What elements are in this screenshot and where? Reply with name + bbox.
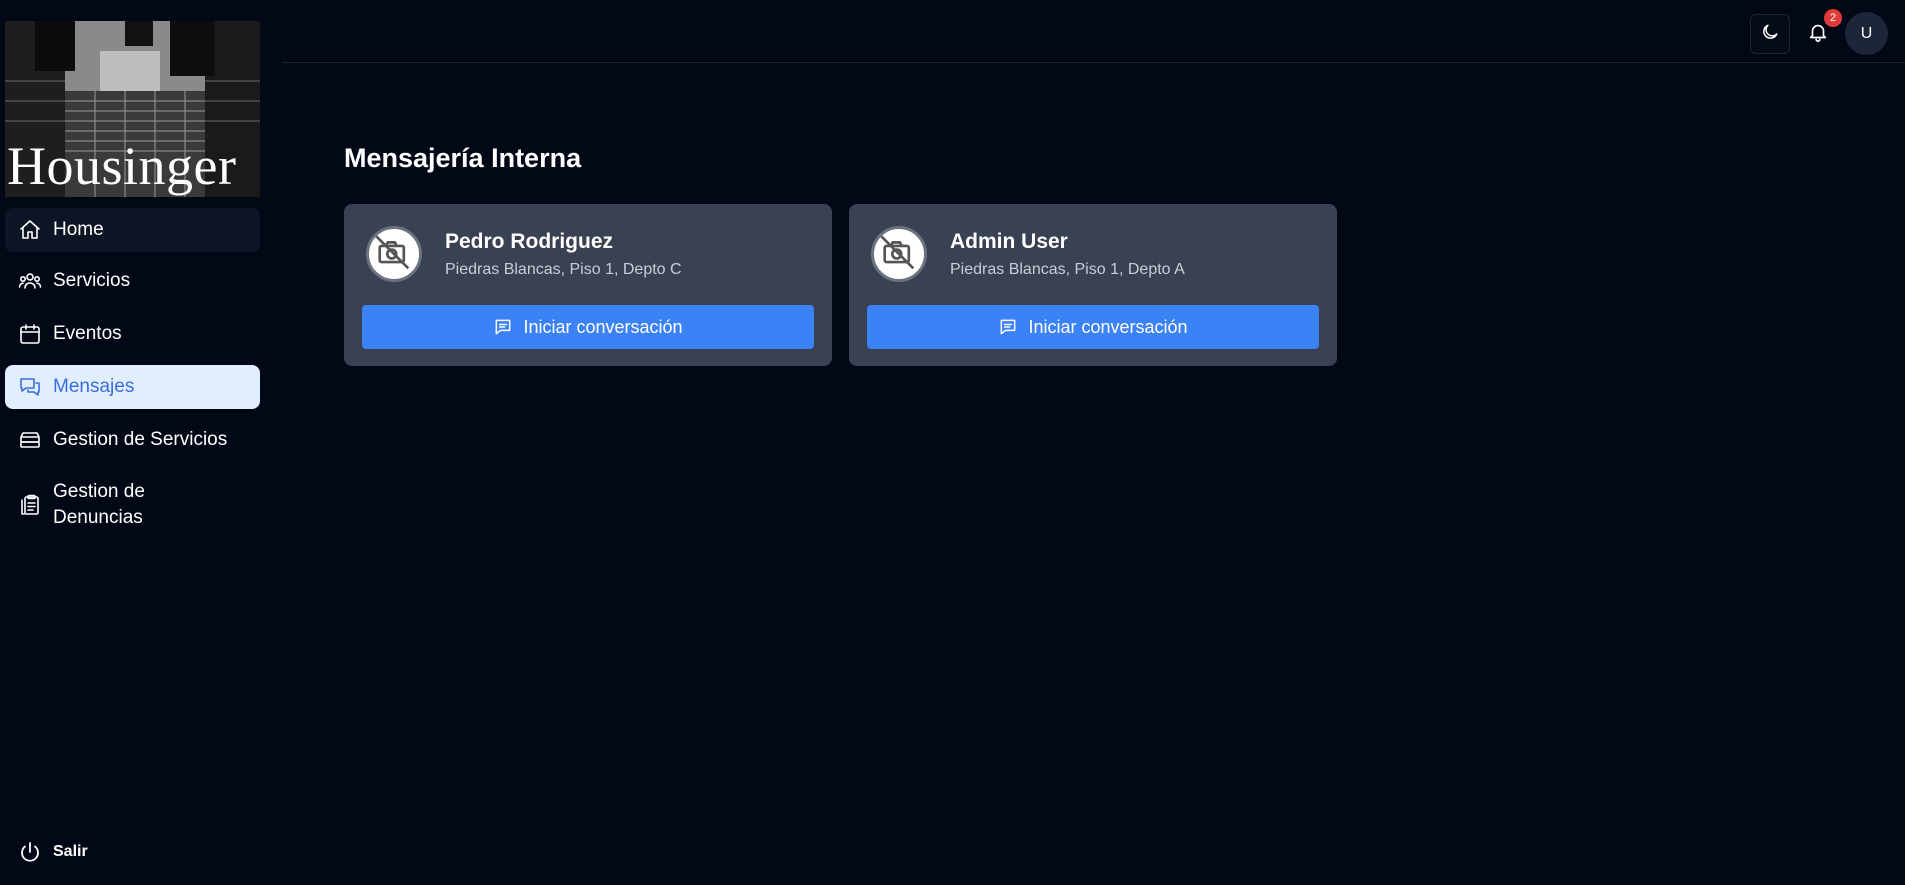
logout-label: Salir [53,843,88,860]
contact-card: Pedro Rodriguez Piedras Blancas, Piso 1,… [344,204,832,366]
logout-button[interactable]: Salir [18,840,88,864]
sidebar-item-mensajes[interactable]: Mensajes [5,365,260,409]
app-logo[interactable]: Housinger [5,21,260,197]
home-icon [18,218,42,242]
message-icon [496,319,511,335]
contact-name: Admin User [950,230,1068,253]
start-conversation-button[interactable]: Iniciar conversación [867,305,1319,349]
no-photo-icon [871,226,927,282]
moon-icon [1760,22,1780,47]
sidebar-item-gestion-denuncias[interactable]: Gestion de Denuncias [5,475,260,535]
power-icon [18,840,42,864]
sidebar-item-label: Gestion de Denuncias [53,481,145,528]
sidebar-item-label: Home [53,219,104,240]
calendar-icon [18,322,42,346]
clipboard-icon [18,493,42,517]
page-title: Mensajería Interna [344,143,582,173]
header-divider [282,62,1905,63]
contact-address: Piedras Blancas, Piso 1, Depto A [950,261,1185,278]
theme-toggle-button[interactable] [1750,14,1790,54]
notification-count-badge: 2 [1824,9,1842,27]
sidebar-item-home[interactable]: Home [5,208,260,252]
sidebar-item-label: Gestion de Servicios [53,429,228,450]
sidebar: Housinger Home Servicios Eventos Mensaje… [0,0,263,885]
sidebar-item-eventos[interactable]: Eventos [5,312,260,356]
start-conversation-button[interactable]: Iniciar conversación [362,305,814,349]
message-icon [1001,319,1016,335]
server-icon [18,428,42,452]
contact-card: Admin User Piedras Blancas, Piso 1, Dept… [849,204,1337,366]
user-avatar[interactable]: U [1845,12,1888,55]
button-label: Iniciar conversación [523,316,683,337]
sidebar-item-label: Servicios [53,270,131,291]
no-photo-icon [366,226,422,282]
logo-text: Housinger [7,136,237,196]
chat-bubbles-icon [18,375,42,399]
contact-address: Piedras Blancas, Piso 1, Depto C [445,261,682,278]
users-icon [18,269,42,293]
button-label: Iniciar conversación [1028,316,1188,337]
contact-name: Pedro Rodriguez [445,230,614,253]
sidebar-item-gestion-servicios[interactable]: Gestion de Servicios [5,418,260,462]
sidebar-item-label: Mensajes [53,376,135,397]
bell-icon [1807,21,1829,48]
sidebar-item-label: Eventos [53,323,122,344]
sidebar-item-servicios[interactable]: Servicios [5,259,260,303]
